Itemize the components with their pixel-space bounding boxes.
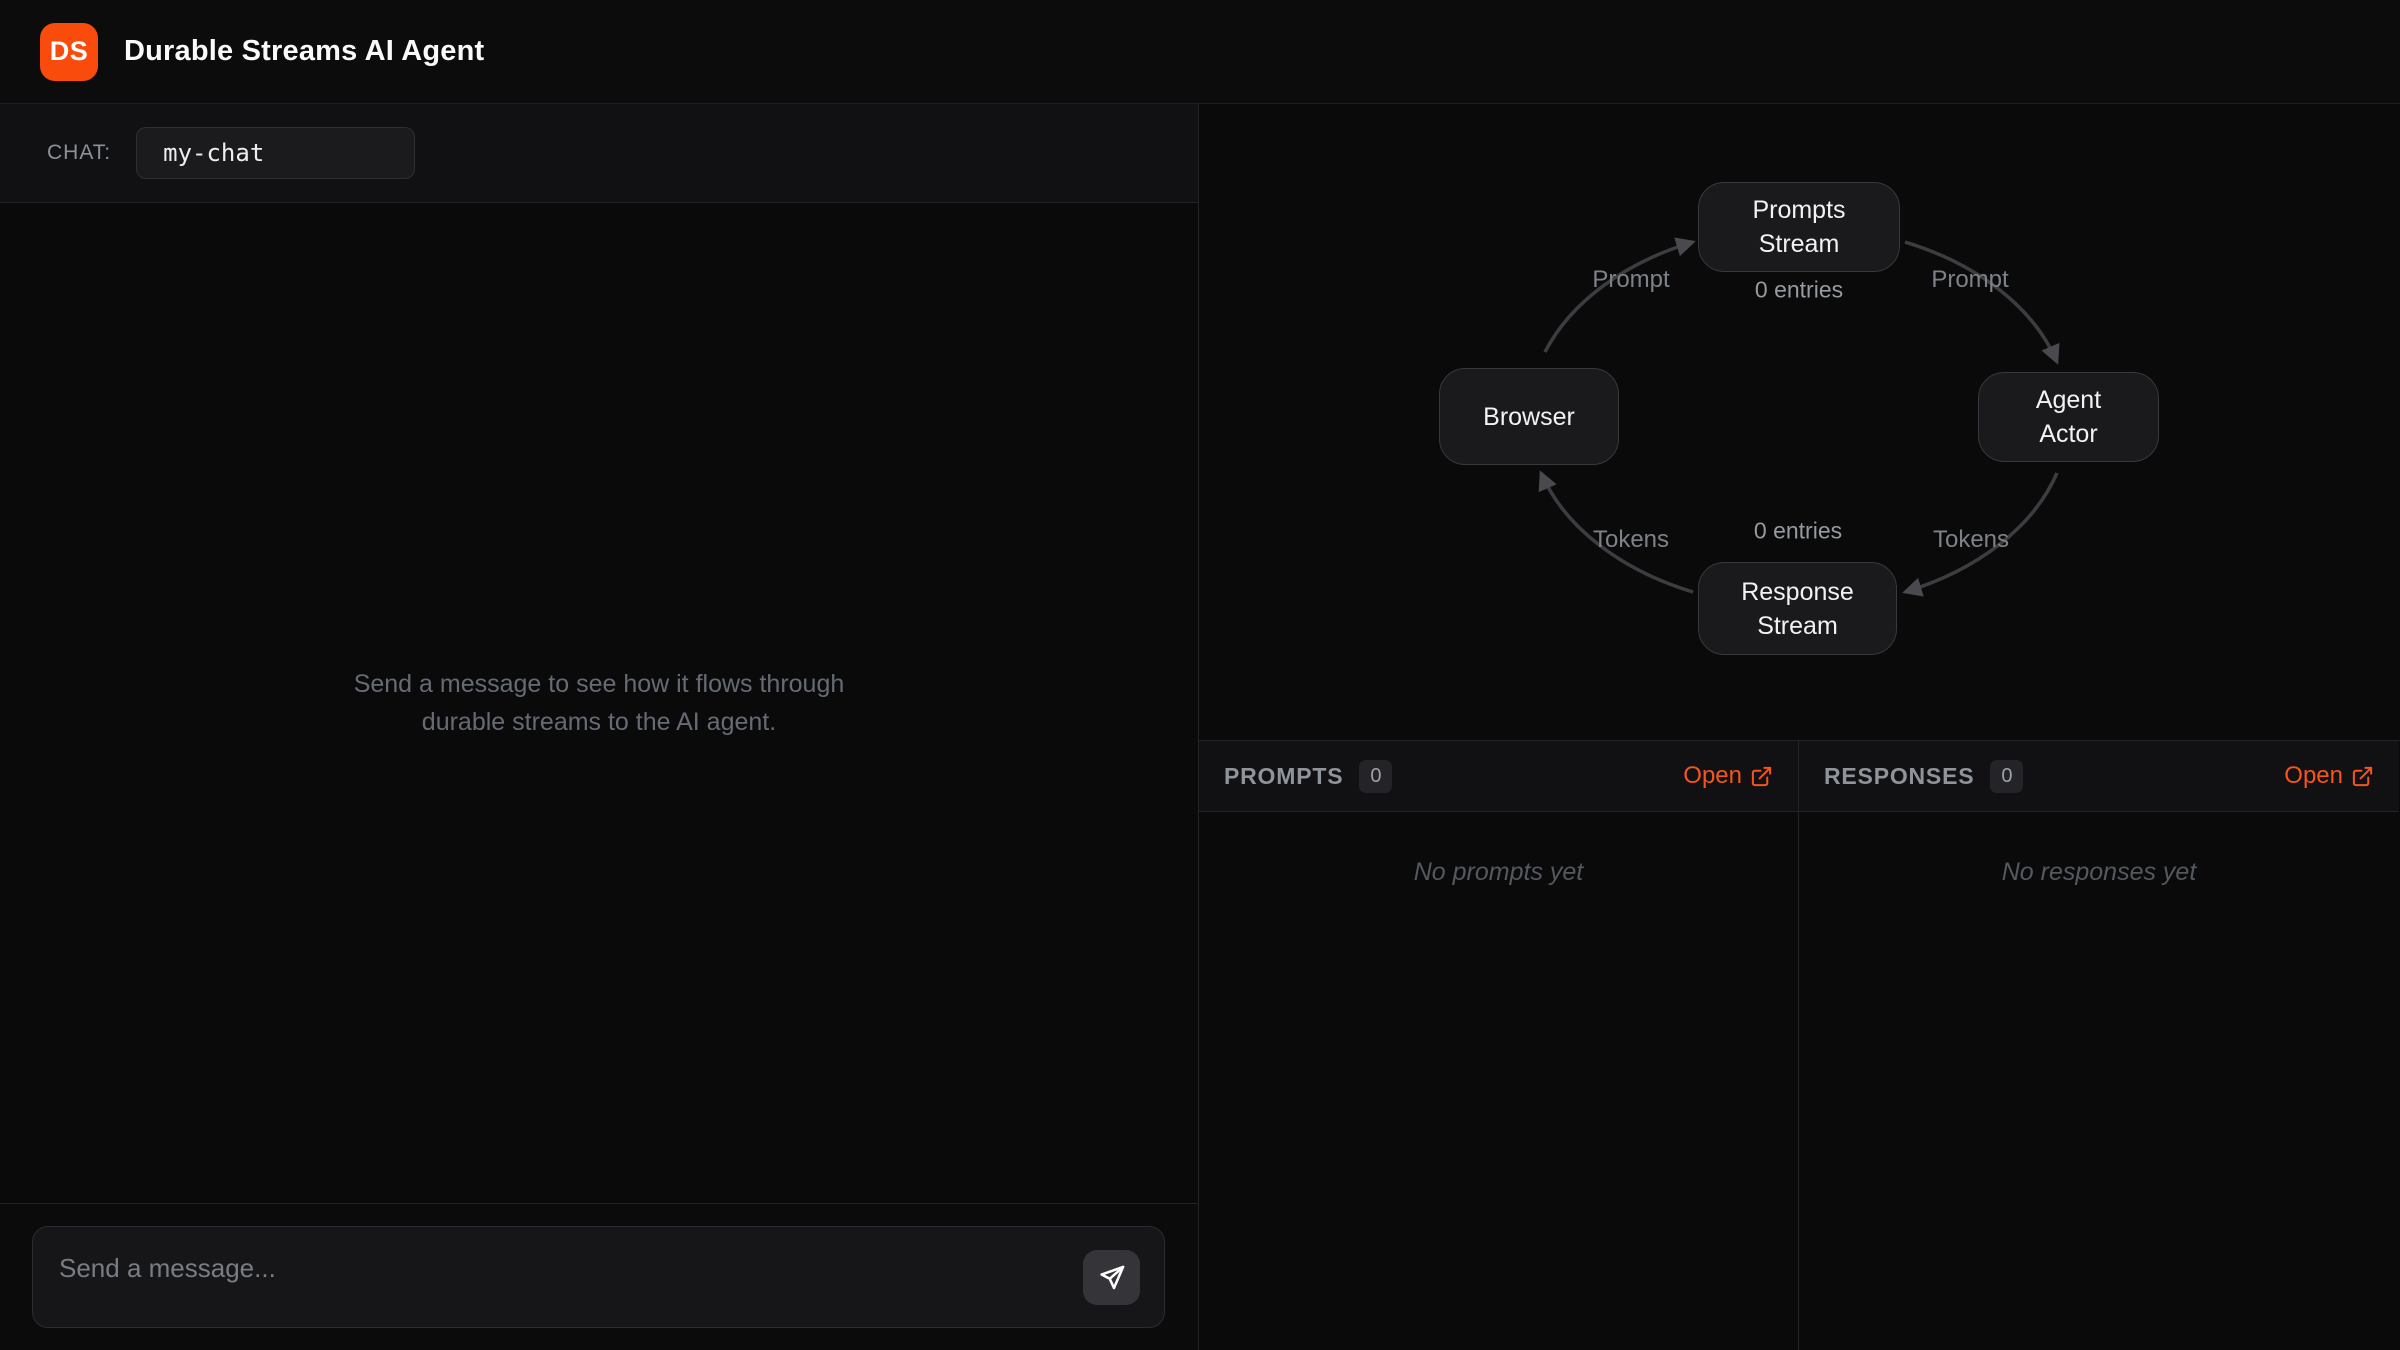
prompts-open-label: Open bbox=[1683, 762, 1742, 790]
response-stream-entries-count: 0 entries bbox=[1754, 518, 1842, 545]
chat-empty-state-text: Send a message to see how it flows throu… bbox=[354, 665, 845, 741]
edge-label-prompt-right: Prompt bbox=[1931, 266, 2008, 294]
chat-message-area: Send a message to see how it flows throu… bbox=[0, 203, 1198, 1203]
prompts-count-badge: 0 bbox=[1359, 760, 1392, 793]
responses-empty-text: No responses yet bbox=[1799, 812, 2399, 1350]
message-input[interactable] bbox=[33, 1227, 1164, 1327]
prompts-column: PROMPTS 0 Open No prompts yet bbox=[1199, 741, 1799, 1350]
chat-header-row: CHAT: bbox=[0, 104, 1198, 203]
paper-plane-icon bbox=[1096, 1262, 1128, 1294]
edge-label-prompt-left: Prompt bbox=[1592, 266, 1669, 294]
node-prompts-stream: Prompts Stream bbox=[1698, 182, 1900, 272]
prompts-header: PROMPTS 0 Open bbox=[1199, 741, 1798, 812]
responses-header: RESPONSES 0 Open bbox=[1799, 741, 2399, 812]
prompts-stream-entries-count: 0 entries bbox=[1755, 277, 1843, 304]
durable-streams-app: DS Durable Streams AI Agent CHAT: Send a… bbox=[0, 0, 2400, 1350]
chat-panel: CHAT: Send a message to see how it flows… bbox=[0, 104, 1199, 1350]
responses-open-label: Open bbox=[2284, 762, 2343, 790]
composer-box bbox=[32, 1226, 1165, 1328]
node-response-stream: Response Stream bbox=[1698, 562, 1897, 655]
responses-column: RESPONSES 0 Open No responses yet bbox=[1799, 741, 2399, 1350]
edge-label-tokens-left: Tokens bbox=[1593, 526, 1669, 554]
stream-tables: PROMPTS 0 Open No prompts yet bbox=[1199, 740, 2400, 1350]
prompts-empty-text: No prompts yet bbox=[1199, 812, 1798, 1350]
streams-panel: Prompts Stream Agent Actor Response Stre… bbox=[1199, 104, 2400, 1350]
composer-row bbox=[0, 1203, 1198, 1350]
prompts-title-group: PROMPTS 0 bbox=[1224, 760, 1392, 793]
edge-label-tokens-right: Tokens bbox=[1933, 526, 2009, 554]
flow-diagram: Prompts Stream Agent Actor Response Stre… bbox=[1199, 104, 2400, 740]
edge-browser-to-prompts bbox=[1545, 242, 1693, 352]
external-link-icon bbox=[1750, 765, 1773, 788]
app-logo: DS bbox=[40, 23, 98, 81]
prompts-title: PROMPTS bbox=[1224, 763, 1343, 790]
main-layout: CHAT: Send a message to see how it flows… bbox=[0, 104, 2400, 1350]
send-button[interactable] bbox=[1083, 1250, 1140, 1305]
node-browser: Browser bbox=[1439, 368, 1619, 465]
page-title: Durable Streams AI Agent bbox=[124, 35, 484, 68]
responses-open-link[interactable]: Open bbox=[2284, 762, 2374, 790]
prompts-open-link[interactable]: Open bbox=[1683, 762, 1773, 790]
app-header: DS Durable Streams AI Agent bbox=[0, 0, 2400, 104]
chat-label: CHAT: bbox=[47, 141, 111, 165]
chat-id-input[interactable] bbox=[136, 127, 415, 179]
responses-count-badge: 0 bbox=[1990, 760, 2023, 793]
node-agent-actor: Agent Actor bbox=[1978, 372, 2159, 462]
responses-title-group: RESPONSES 0 bbox=[1824, 760, 2023, 793]
external-link-icon bbox=[2351, 765, 2374, 788]
app-logo-text: DS bbox=[50, 36, 89, 67]
responses-title: RESPONSES bbox=[1824, 763, 1974, 790]
edge-prompts-to-agent bbox=[1905, 242, 2057, 362]
